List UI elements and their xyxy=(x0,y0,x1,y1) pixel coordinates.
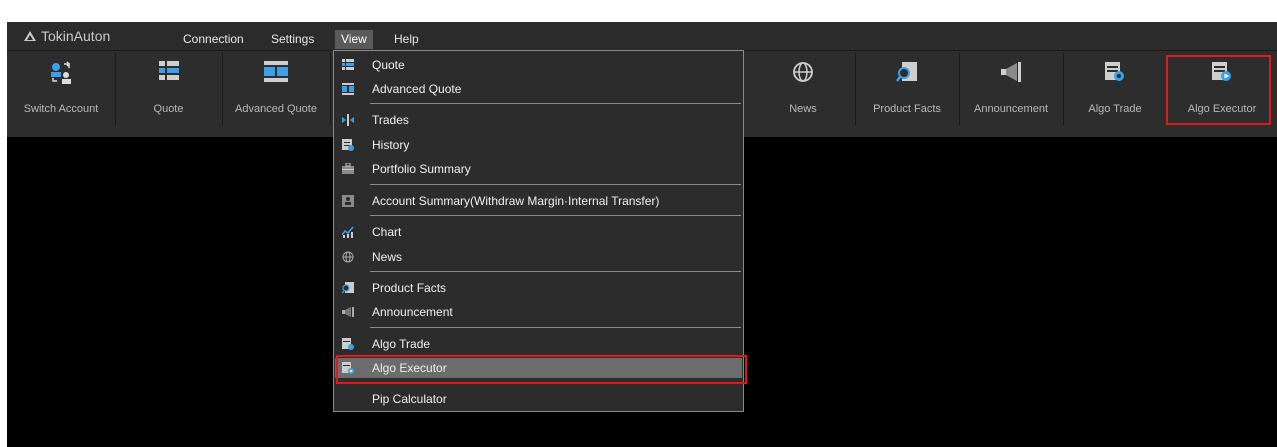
menu-item-label: Product Facts xyxy=(372,281,447,295)
menu-item-label: Advanced Quote xyxy=(372,82,462,96)
toolbar-switch-account-button[interactable]: Switch Account xyxy=(7,53,116,125)
algo-trade-icon xyxy=(341,337,355,351)
title-bar: TokinAuton Connection Settings View Help xyxy=(7,22,1277,50)
menu-item-label: Announcement xyxy=(372,305,453,319)
view-menu-item-history[interactable]: History xyxy=(335,135,742,155)
toolbar-label: Algo Trade xyxy=(1088,103,1142,115)
view-menu-item-quote[interactable]: Quote xyxy=(335,55,742,75)
menu-help[interactable]: Help xyxy=(388,30,425,49)
toolbar-announcement-button[interactable]: Announcement xyxy=(959,53,1064,125)
announcement-icon xyxy=(999,61,1023,86)
menu-separator xyxy=(370,103,741,104)
menu-item-label: Account Summary(Withdraw Margin·Internal… xyxy=(372,194,660,208)
view-menu-item-advanced-quote[interactable]: Advanced Quote xyxy=(335,79,742,99)
advanced-quote-icon xyxy=(264,61,288,86)
menu-separator xyxy=(370,184,741,185)
toolbar-advanced-quote-button[interactable]: Advanced Quote xyxy=(222,53,331,125)
advanced-quote-icon xyxy=(341,82,355,96)
view-menu-item-account-summary[interactable]: Account Summary(Withdraw Margin·Internal… xyxy=(335,191,742,211)
chart-icon xyxy=(341,225,355,239)
product-facts-icon xyxy=(341,281,355,295)
toolbar-algo-trade-button[interactable]: Algo Trade xyxy=(1063,53,1168,125)
account-summary-icon xyxy=(341,194,355,208)
view-menu-item-announcement[interactable]: Announcement xyxy=(335,302,742,322)
portfolio-summary-icon xyxy=(341,162,355,176)
algo-trade-icon xyxy=(1104,61,1126,86)
view-menu-item-portfolio-summary[interactable]: Portfolio Summary xyxy=(335,159,742,179)
app-title: TokinAuton xyxy=(41,28,111,44)
menu-item-label: Quote xyxy=(372,58,405,72)
toolbar-news-button[interactable]: News xyxy=(751,53,856,125)
menu-connection[interactable]: Connection xyxy=(177,30,250,49)
highlight-box-algo-executor-menu xyxy=(336,355,747,384)
menu-separator xyxy=(370,327,741,328)
toolbar-label: Advanced Quote xyxy=(235,103,317,115)
view-menu-item-news[interactable]: News xyxy=(335,247,742,267)
toolbar-label: News xyxy=(789,103,817,115)
menu-item-label: Chart xyxy=(372,225,402,239)
highlight-box-algo-executor-toolbar xyxy=(1166,55,1271,125)
view-menu-item-chart[interactable]: Chart xyxy=(335,222,742,242)
pip-calculator-icon xyxy=(341,392,355,406)
view-menu-item-pip-calculator[interactable]: Pip Calculator xyxy=(335,389,742,409)
toolbar-label: Announcement xyxy=(974,103,1048,115)
menu-item-label: Portfolio Summary xyxy=(372,162,471,176)
menu-separator xyxy=(370,215,741,216)
view-menu-item-algo-trade[interactable]: Algo Trade xyxy=(335,334,742,354)
logo-icon xyxy=(24,31,36,41)
menu-view[interactable]: View xyxy=(335,30,373,49)
toolbar-label: Switch Account xyxy=(23,103,99,115)
menu-settings[interactable]: Settings xyxy=(265,30,320,49)
menu-item-label: Trades xyxy=(372,113,409,127)
quote-icon xyxy=(158,61,179,86)
history-icon xyxy=(341,138,355,152)
toolbar-quote-button[interactable]: Quote xyxy=(115,53,223,125)
news-icon xyxy=(341,250,355,264)
switch-account-icon xyxy=(49,61,73,88)
product-facts-icon xyxy=(896,61,918,86)
app-logo: TokinAuton xyxy=(23,28,110,44)
view-menu-item-trades[interactable]: Trades xyxy=(335,110,742,130)
toolbar-label: Quote xyxy=(153,103,184,115)
toolbar-label: Product Facts xyxy=(873,103,941,115)
toolbar-product-facts-button[interactable]: Product Facts xyxy=(855,53,960,125)
menu-item-label: History xyxy=(372,138,410,152)
menu-item-label: Pip Calculator xyxy=(372,392,447,406)
announcement-icon xyxy=(341,305,355,319)
view-menu-item-product-facts[interactable]: Product Facts xyxy=(335,278,742,298)
menu-separator xyxy=(370,271,741,272)
quote-icon xyxy=(341,58,355,72)
news-icon xyxy=(792,61,814,86)
menu-item-label: News xyxy=(372,250,403,264)
menu-item-label: Algo Trade xyxy=(372,337,431,351)
trades-icon xyxy=(341,113,355,127)
